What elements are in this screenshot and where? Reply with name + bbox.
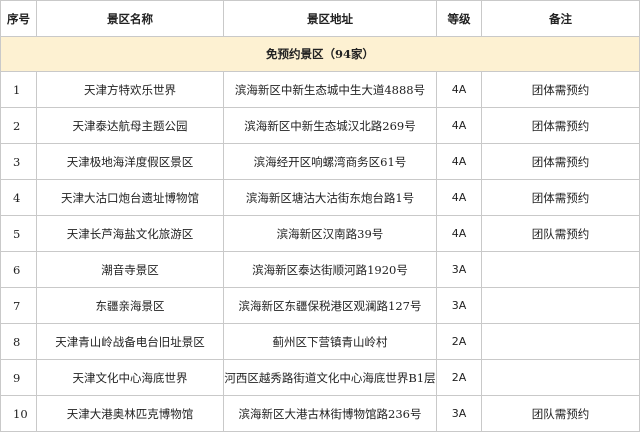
section-title: 免预约景区（94家） [0,36,640,72]
spot-name: 东疆亲海景区 [36,287,224,324]
spot-level: 4A [436,215,482,252]
row-number: 10 [0,395,37,432]
spot-level: 4A [436,71,482,108]
spot-note: 团体需预约 [481,143,640,180]
spot-address: 滨海新区大港古林街博物馆路236号 [223,395,437,432]
row-number: 6 [0,251,37,288]
spot-level: 2A [436,323,482,360]
spot-name: 天津极地海洋度假区景区 [36,143,224,180]
spot-address: 滨海新区中新生态城汉北路269号 [223,107,437,144]
spot-name: 天津文化中心海底世界 [36,359,224,396]
table-row: 5 天津长芦海盐文化旅游区 滨海新区汉南路39号 4A 团队需预约 [0,215,640,252]
row-number: 2 [0,107,37,144]
spot-level: 2A [436,359,482,396]
spot-note: 团体需预约 [481,71,640,108]
row-number: 4 [0,179,37,216]
spot-level: 3A [436,395,482,432]
spot-address: 滨海新区泰达街顺河路1920号 [223,251,437,288]
header-level: 等级 [436,0,482,37]
header-number: 序号 [0,0,37,37]
row-number: 9 [0,359,37,396]
header-row: 序号 景区名称 景区地址 等级 备注 [0,0,640,37]
table-row: 6 潮音寺景区 滨海新区泰达街顺河路1920号 3A [0,251,640,288]
spot-level: 4A [436,179,482,216]
table-row: 4 天津大沽口炮台遗址博物馆 滨海新区塘沽大沽街东炮台路1号 4A 团体需预约 [0,179,640,216]
spot-name: 天津大沽口炮台遗址博物馆 [36,179,224,216]
table-row: 10 天津大港奥林匹克博物馆 滨海新区大港古林街博物馆路236号 3A 团队需预约 [0,395,640,432]
section-title-text: 免预约景区（94家） [265,47,374,61]
spot-address: 滨海新区汉南路39号 [223,215,437,252]
spot-address: 滨海新区塘沽大沽街东炮台路1号 [223,179,437,216]
spot-note [481,287,640,324]
spot-level: 4A [436,143,482,180]
spot-address: 滨海新区中新生态城中生大道4888号 [223,71,437,108]
table-row: 8 天津青山岭战备电台旧址景区 蓟州区下营镇青山岭村 2A [0,323,640,360]
spot-name: 天津长芦海盐文化旅游区 [36,215,224,252]
spot-note: 团队需预约 [481,395,640,432]
table-row: 1 天津方特欢乐世界 滨海新区中新生态城中生大道4888号 4A 团体需预约 [0,71,640,108]
row-number: 5 [0,215,37,252]
spot-name: 天津方特欢乐世界 [36,71,224,108]
header-address: 景区地址 [223,0,437,37]
row-number: 7 [0,287,37,324]
row-number: 8 [0,323,37,360]
spot-note [481,251,640,288]
spot-address: 滨海经开区响螺湾商务区61号 [223,143,437,180]
table-row: 7 东疆亲海景区 滨海新区东疆保税港区观澜路127号 3A [0,287,640,324]
table-row: 3 天津极地海洋度假区景区 滨海经开区响螺湾商务区61号 4A 团体需预约 [0,143,640,180]
header-name: 景区名称 [36,0,224,37]
row-number: 1 [0,71,37,108]
section-row: 免预约景区（94家） [0,36,640,72]
spot-name: 天津大港奥林匹克博物馆 [36,395,224,432]
spot-address: 滨海新区东疆保税港区观澜路127号 [223,287,437,324]
spot-name: 天津泰达航母主题公园 [36,107,224,144]
spot-note: 团体需预约 [481,107,640,144]
spot-name: 天津青山岭战备电台旧址景区 [36,323,224,360]
spot-address: 河西区越秀路街道文化中心海底世界B1层 [223,359,437,396]
spot-name: 潮音寺景区 [36,251,224,288]
table-row: 2 天津泰达航母主题公园 滨海新区中新生态城汉北路269号 4A 团体需预约 [0,107,640,144]
spot-note [481,359,640,396]
row-number: 3 [0,143,37,180]
spot-level: 3A [436,251,482,288]
table-row: 9 天津文化中心海底世界 河西区越秀路街道文化中心海底世界B1层 2A [0,359,640,396]
spot-level: 3A [436,287,482,324]
spot-address: 蓟州区下营镇青山岭村 [223,323,437,360]
spot-note: 团队需预约 [481,215,640,252]
scenic-spots-table: 序号 景区名称 景区地址 等级 备注 免预约景区（94家） 1 天津方特欢乐世界滨… [0,0,640,432]
spot-note [481,323,640,360]
header-note: 备注 [481,0,640,37]
spot-note: 团体需预约 [481,179,640,216]
spot-level: 4A [436,107,482,144]
